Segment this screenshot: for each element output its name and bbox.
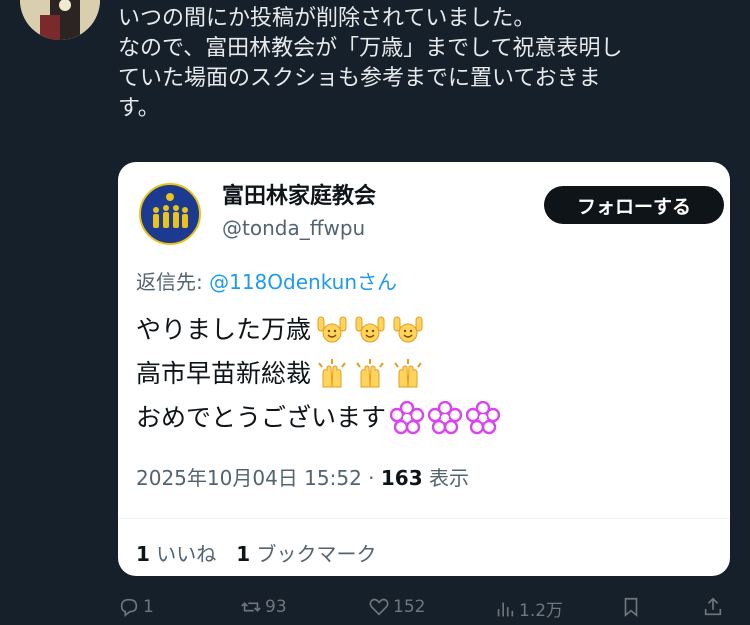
card-divider (118, 518, 730, 519)
views-count: 1.2万 (519, 601, 564, 621)
quoted-post-screenshot[interactable]: 富田林家庭教会 @tonda_ffwpu フォローする 返信先: @118Ode… (118, 162, 730, 576)
body-line-text: やりました万歳 (136, 315, 312, 344)
cherry-blossom-emoji (390, 401, 425, 435)
share-icon (704, 597, 722, 616)
reply-suffix: さん (357, 270, 398, 294)
repost-icon (241, 602, 261, 612)
clapping-hands-emoji (318, 359, 346, 388)
views-chart-icon (497, 602, 514, 616)
like-button[interactable]: 152 (368, 596, 425, 618)
quoted-post-body: やりました万歳 高市早苗新総裁 おめでとうございます (136, 308, 501, 440)
post-text: いつの間にか投稿が削除されていました。 なので、富田林教会が「万歳」までして祝意… (118, 4, 728, 124)
meta-separator: · (361, 466, 381, 490)
author-avatar[interactable] (20, 0, 100, 40)
post-action-bar: 1 93 152 1.2万 (118, 596, 730, 624)
views-button[interactable]: 1.2万 (494, 596, 563, 621)
repost-count: 93 (265, 597, 287, 617)
post-text-line: す。 (118, 96, 160, 121)
body-line-takaichi: 高市早苗新総裁 (136, 352, 500, 396)
church-logo-avatar[interactable] (136, 180, 204, 248)
raising-hands-emoji (317, 316, 347, 343)
view-label: 表示 (422, 466, 469, 490)
bookmarks-count[interactable]: 1 (236, 542, 250, 566)
clapping-hands-emoji (356, 359, 384, 388)
reply-mention-link[interactable]: @118Odenkun (209, 270, 357, 294)
post-meta: 2025年10月04日 15:52 · 163 表示 (136, 462, 469, 491)
likes-label[interactable]: いいね (150, 542, 216, 566)
body-line-text: おめでとうございます (136, 403, 387, 432)
like-count: 152 (393, 597, 426, 617)
reply-prefix: 返信先: (136, 270, 210, 294)
likes-count[interactable]: 1 (136, 542, 150, 566)
raising-hands-emoji (355, 316, 385, 343)
body-line-banzai: やりました万歳 (136, 308, 500, 352)
church-name[interactable]: 富田林家庭教会 (222, 178, 376, 210)
cherry-blossom-emoji (428, 401, 463, 435)
reply-button[interactable]: 1 (118, 596, 154, 618)
raising-hands-emoji (393, 316, 423, 343)
post-timestamp[interactable]: 2025年10月04日 15:52 (136, 466, 362, 490)
post-text-line: なので、富田林教会が「万歳」までして祝意表明し (118, 36, 623, 61)
body-line-congrats: おめでとうございます (136, 396, 501, 440)
bookmarks-label[interactable]: ブックマーク (250, 542, 377, 566)
reply-icon (120, 598, 138, 617)
post-text-line: ていた場面のスクショも参考までに置いておきま (118, 66, 601, 91)
bookmark-button[interactable] (620, 596, 645, 618)
cherry-blossom-emoji (466, 401, 501, 435)
heart-icon (369, 598, 389, 616)
repost-button[interactable]: 93 (240, 596, 287, 618)
share-button[interactable] (702, 596, 727, 618)
clapping-hands-emoji (394, 359, 422, 388)
bookmark-icon (624, 597, 638, 618)
engagement-stats: 1 いいね 1 ブックマーク (136, 538, 377, 567)
follow-button[interactable]: フォローする (544, 186, 724, 224)
reply-to-line: 返信先: @118Odenkunさん (136, 266, 397, 295)
post-text-line: いつの間にか投稿が削除されていました。 (118, 6, 536, 31)
view-count: 163 (380, 466, 423, 490)
reply-count: 1 (143, 597, 154, 617)
church-handle[interactable]: @tonda_ffwpu (222, 216, 365, 240)
body-line-text: 高市早苗新総裁 (136, 359, 312, 388)
